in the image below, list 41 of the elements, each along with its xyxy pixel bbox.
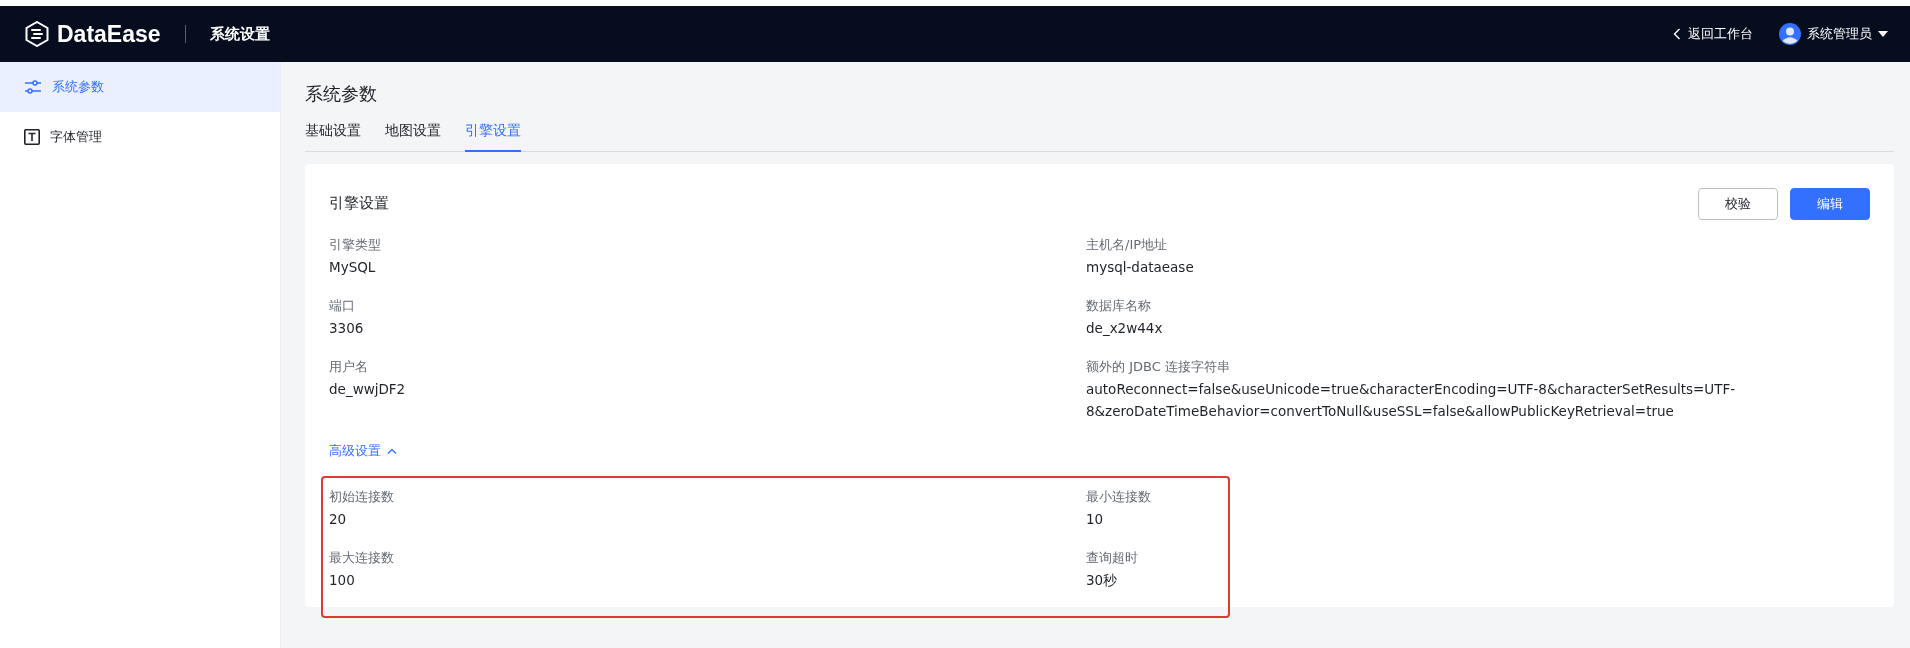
field-label: 查询超时	[1086, 549, 1139, 567]
field-value: de_wwjDF2	[329, 380, 407, 399]
field-label: 数据库名称	[1086, 297, 1152, 315]
field-value: 100	[329, 571, 356, 590]
field-label: 引擎类型	[329, 236, 382, 254]
field-label: 最小连接数	[1086, 488, 1152, 506]
advanced-settings-toggle[interactable]: 高级设置	[329, 442, 397, 460]
field-label: 主机名/IP地址	[1086, 236, 1169, 254]
tab[interactable]: 基础设置	[305, 118, 361, 152]
tab[interactable]: 地图设置	[385, 118, 441, 152]
card-title: 引擎设置	[329, 194, 389, 213]
logo-icon	[25, 21, 49, 47]
page-title: 系统参数	[305, 82, 378, 106]
verify-button[interactable]: 校验	[1698, 188, 1778, 220]
field-value: 30秒	[1086, 571, 1119, 590]
caret-down-icon	[1878, 31, 1888, 37]
sidebar-item[interactable]: 系统参数	[0, 62, 280, 112]
sidebar-item[interactable]: 字体管理	[0, 112, 280, 162]
field-label: 端口	[329, 297, 356, 315]
tab[interactable]: 引擎设置	[465, 118, 521, 152]
avatar-icon	[1779, 23, 1801, 45]
field-label: 用户名	[329, 358, 369, 376]
field-value: 3306	[329, 319, 365, 338]
font-icon	[24, 129, 40, 145]
section-title: 系统设置	[209, 24, 270, 44]
field-value: 20	[329, 510, 348, 529]
field-value: MySQL	[329, 258, 377, 277]
field-value: 10	[1086, 510, 1105, 529]
field-value: mysql-dataease	[1086, 258, 1195, 277]
field-label: 额外的 JDBC 连接字符串	[1086, 358, 1231, 376]
chevron-left-icon	[1673, 28, 1681, 40]
brand-name: DataEase	[57, 20, 161, 48]
back-link[interactable]: 返回工作台	[1673, 25, 1753, 43]
field-label: 最大连接数	[329, 549, 395, 567]
sliders-icon	[24, 79, 42, 95]
field-label: 初始连接数	[329, 488, 395, 506]
field-value: de_x2w44x	[1086, 319, 1164, 338]
user-menu[interactable]: 系统管理员	[1779, 23, 1888, 45]
edit-button[interactable]: 编辑	[1790, 188, 1870, 220]
chevron-up-icon	[387, 448, 397, 454]
field-value: autoReconnect=false&useUnicode=true&characterEncoding=UTF-8&characterSetResults=UTF-8&zeroDateTimeBehavior=convertToNull&useSSL=false&allowPublicKeyRetrieval=true	[1086, 380, 1737, 421]
